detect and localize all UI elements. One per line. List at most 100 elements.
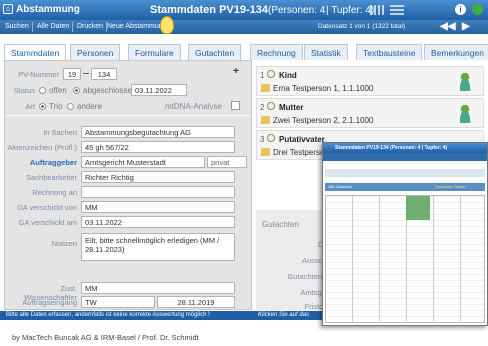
person-card-icon xyxy=(261,116,270,124)
tab-bemerkungen[interactable]: Bemerkungen xyxy=(424,44,488,60)
gutachten-title: Gutachten xyxy=(262,220,299,229)
inset-grid-lines xyxy=(326,196,484,322)
in-sachen-label: In Sachen xyxy=(43,128,77,137)
tab-rechnung[interactable]: Rechnung xyxy=(250,44,303,60)
pv-separator xyxy=(83,73,89,74)
grid-view-icon[interactable] xyxy=(370,5,384,15)
art-other-label: andere xyxy=(77,102,102,111)
auftraggeber-field[interactable]: Amtsgericht Musterstadt xyxy=(81,156,205,168)
print-button[interactable]: Drucken xyxy=(74,22,108,32)
tab-textbausteine[interactable]: Textbausteine xyxy=(356,44,423,60)
person-avatar-icon[interactable] xyxy=(457,103,473,123)
record-title: Stammdaten PV19-134 xyxy=(150,4,268,16)
ga-am-field[interactable]: 03.11.2022 xyxy=(81,216,235,228)
person-role: Kind xyxy=(279,71,297,80)
pv-year-field[interactable]: 19 xyxy=(63,68,81,80)
footer: by MacTech Buncak AG & IRM-Basel / Prof.… xyxy=(0,329,488,346)
window-titlebar: ⌂ Abstammung Stammdaten PV19-134 (Person… xyxy=(0,0,488,20)
info-icon[interactable]: i xyxy=(455,4,466,15)
art-other-radio[interactable] xyxy=(67,103,74,110)
status-open-label: offen xyxy=(49,86,67,95)
sachbearbeiter-field[interactable]: Richter Richtig xyxy=(81,171,235,183)
list-view-icon[interactable] xyxy=(390,5,404,15)
sachbearbeiter-label: Sachbearbeiter xyxy=(26,173,77,182)
tab-personen[interactable]: Personen xyxy=(70,44,121,60)
inset-title: Stammdaten PV19-134 (Personen: 4 | Tupfe… xyxy=(323,143,487,153)
auftraggeber-label[interactable]: Auftraggeber xyxy=(9,158,77,167)
mtdna-label: mtDNA-Analyse xyxy=(165,102,222,111)
inset-subtitle: Alle Gutachte xyxy=(328,184,353,189)
lightbulb-icon[interactable] xyxy=(160,16,174,34)
person-details: Zwei Testperson 2, 2.1.1000 xyxy=(273,116,374,125)
notizen-field[interactable]: Eilt, bitte schnellmöglich erledigen (MM… xyxy=(81,233,235,261)
notizen-label: Notizen xyxy=(51,239,77,248)
tab-statistik[interactable]: Statistik xyxy=(304,44,348,60)
person-entry[interactable]: 2 Mutter Zwei Testperson 2, 2.1.1000 xyxy=(256,98,484,128)
inset-tabs xyxy=(325,169,485,177)
art-trio-label: Trio xyxy=(49,102,63,111)
pv-number-field[interactable]: 134 xyxy=(91,68,117,80)
person-entry[interactable]: 1 Kind Erna Testperson 1, 1.1.1000 xyxy=(256,66,484,96)
person-card-icon xyxy=(261,148,270,156)
all-data-button[interactable]: Alle Daten xyxy=(34,22,74,32)
mtdna-checkbox[interactable] xyxy=(231,101,240,110)
zust-field[interactable]: MM xyxy=(81,282,235,294)
aktenzeichen-field[interactable]: 45 gh 567/22 xyxy=(81,141,235,153)
auftragseingang-date-field[interactable]: 28.11.2019 xyxy=(157,296,235,308)
inset-toolbar xyxy=(323,153,487,161)
stammdaten-panel: PV-Nummer 19 134 + Status offen abgeschl… xyxy=(4,60,252,310)
person-card-icon xyxy=(261,84,270,92)
person-details: Erna Testperson 1, 1.1.1000 xyxy=(273,84,374,93)
status-open-radio[interactable] xyxy=(39,87,46,94)
inset-window[interactable]: Stammdaten PV19-134 (Personen: 4 | Tupfe… xyxy=(322,142,488,326)
ga-von-label: GA verschickt von xyxy=(16,203,77,212)
person-number: 3 xyxy=(260,135,265,144)
app-title: Abstammung xyxy=(16,4,80,15)
home-icon[interactable]: ⌂ xyxy=(3,4,13,14)
ga-am-label: GA verschickt am xyxy=(18,218,77,227)
rechnung-label: Rechnung an xyxy=(32,188,77,197)
refresh-icon[interactable] xyxy=(267,102,275,110)
record-info: Datensatz 1 von 1 (1322 total) xyxy=(318,23,406,30)
in-sachen-field[interactable]: Abstammungsbegutachtung AG xyxy=(81,126,235,138)
status-closed-radio[interactable] xyxy=(73,87,80,94)
persons-count: (Personen: 4 xyxy=(268,5,326,16)
pv-number-label: PV-Nummer xyxy=(18,70,59,79)
refresh-icon[interactable] xyxy=(267,134,275,142)
tab-stammdaten[interactable]: Stammdaten xyxy=(4,44,67,61)
ga-von-field[interactable]: MM xyxy=(81,201,235,213)
auftragseingang-label: Auftragseingang xyxy=(22,298,77,307)
status-hint: Klicken Sie auf das xyxy=(258,312,310,318)
person-number: 1 xyxy=(260,71,265,80)
rechnung-field[interactable] xyxy=(81,186,235,198)
inset-header: Alle Gutachte Gutachten Mutter xyxy=(325,183,485,191)
inset-highlight-cell xyxy=(406,196,430,220)
inset-data-table xyxy=(325,195,485,323)
status-message: Bitte alle Daten erfassen, andernfalls i… xyxy=(6,312,210,318)
aktenzeichen-label: Aktenzeichen (Prüfl.) xyxy=(7,143,77,152)
inset-sub-value: Gutachten Mutter xyxy=(435,184,466,189)
status-closed-label: abgeschlossen xyxy=(83,86,137,95)
add-icon[interactable]: + xyxy=(233,67,243,77)
next-record-icon[interactable]: ▶ xyxy=(462,21,470,32)
auftragseingang-by-field[interactable]: TW xyxy=(81,296,155,308)
tab-bar: Stammdaten Personen Formulare Gutachten … xyxy=(0,44,488,61)
person-avatar-icon[interactable] xyxy=(457,71,473,91)
refresh-icon[interactable] xyxy=(267,70,275,78)
divider xyxy=(5,115,251,116)
status-label: Status xyxy=(13,86,35,95)
person-role: Putativvater xyxy=(279,135,325,144)
toolbar: Suchen Alle Daten Drucken Neue Abstammun… xyxy=(0,16,488,34)
status-light-icon xyxy=(472,4,483,15)
footer-credit: by MacTech Buncak AG & IRM-Basel / Prof.… xyxy=(12,333,199,342)
search-button[interactable]: Suchen xyxy=(2,22,33,32)
tab-formulare[interactable]: Formulare xyxy=(128,44,181,60)
tupfer-count: | Tupfer: 4) xyxy=(326,5,375,16)
first-record-icon[interactable]: ◀◀ xyxy=(440,21,455,32)
status-date-field[interactable]: 03.11.2022 xyxy=(131,84,187,96)
tab-gutachten[interactable]: Gutachten xyxy=(188,44,242,60)
auftraggeber-type-field[interactable]: privat xyxy=(207,156,247,168)
person-number: 2 xyxy=(260,103,265,112)
person-role: Mutter xyxy=(279,103,304,112)
art-trio-radio[interactable] xyxy=(39,103,46,110)
